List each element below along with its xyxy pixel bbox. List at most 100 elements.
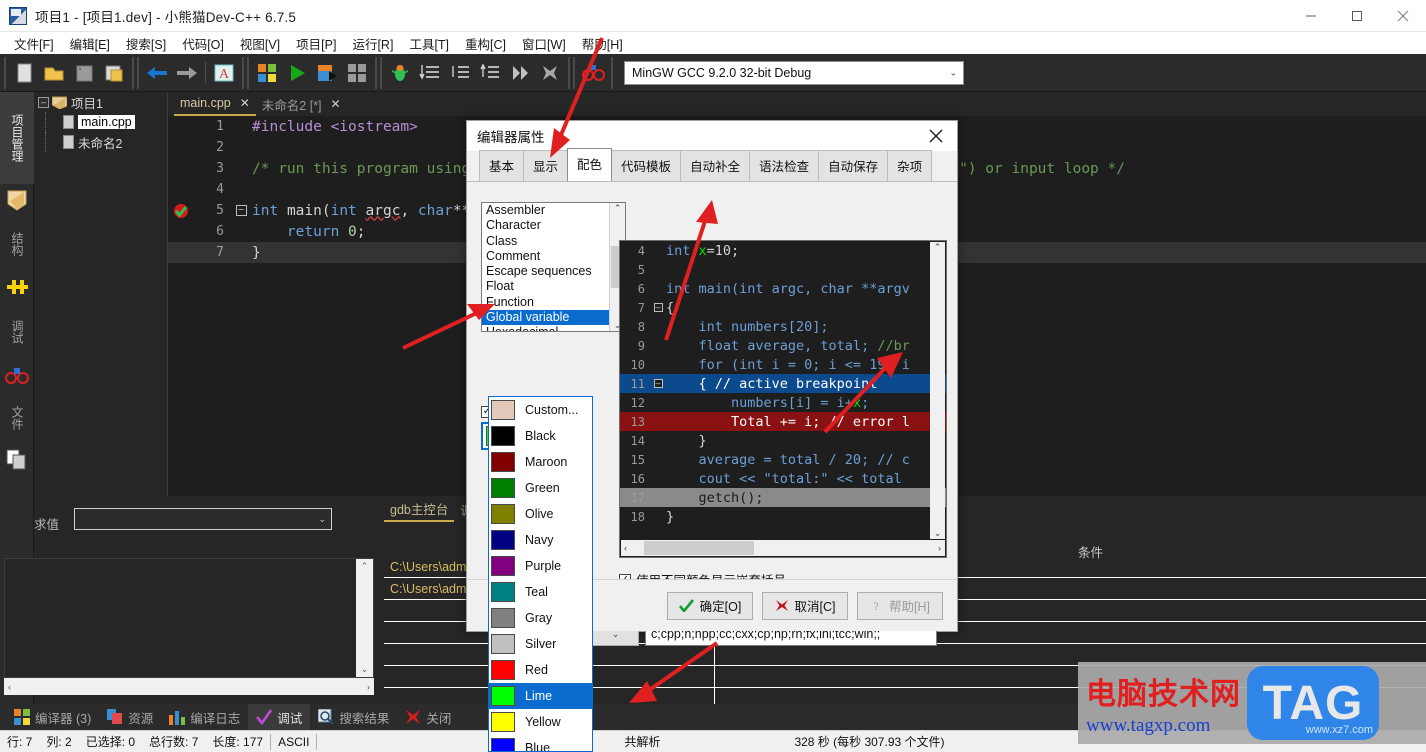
dropdown-item-gray[interactable]: Gray <box>489 605 592 631</box>
horizontal-scrollbar[interactable]: ‹ › <box>4 678 374 695</box>
dropdown-item-olive[interactable]: Olive <box>489 501 592 527</box>
scroll-up-icon[interactable]: ⌃ <box>361 559 369 574</box>
continue-icon[interactable] <box>505 58 535 88</box>
tree-expander-icon[interactable]: – <box>38 96 49 108</box>
preview-vertical-scrollbar[interactable]: ⌃ ⌄ <box>930 242 945 539</box>
tab-misc[interactable]: 杂项 <box>887 150 933 181</box>
list-item[interactable]: Class <box>482 234 625 249</box>
menu-help[interactable]: 帮助[H] <box>574 32 631 55</box>
menu-code[interactable]: 代码[O] <box>174 32 232 55</box>
menu-edit[interactable]: 编辑[E] <box>62 32 118 55</box>
glasses-rail-icon[interactable] <box>0 360 34 392</box>
rail-tab-structure[interactable]: 结构 <box>0 216 34 272</box>
save-all-icon[interactable] <box>99 58 129 88</box>
tab-colors[interactable]: 配色 <box>567 148 613 181</box>
back-arrow-icon[interactable] <box>142 58 172 88</box>
dropdown-item-purple[interactable]: Purple <box>489 553 592 579</box>
list-item[interactable]: Float <box>482 279 625 294</box>
list-item[interactable]: Character <box>482 218 625 233</box>
menu-run[interactable]: 运行[R] <box>344 32 401 55</box>
project-shield-icon[interactable] <box>0 184 34 216</box>
chevron-down-icon[interactable]: ⌄ <box>318 514 326 525</box>
tab-syntax-check[interactable]: 语法检查 <box>749 150 820 181</box>
compile-run-icon[interactable] <box>312 58 342 88</box>
scroll-thumb[interactable] <box>644 541 754 555</box>
step-into-icon[interactable] <box>445 58 475 88</box>
bottom-tab-build-log[interactable]: 编译日志 <box>161 704 248 730</box>
dropdown-item-yellow[interactable]: Yellow <box>489 709 592 735</box>
dropdown-item-custom[interactable]: Custom... <box>489 397 592 423</box>
list-item-selected[interactable]: Global variable <box>482 310 625 326</box>
rail-tab-debug[interactable]: 调试 <box>0 304 34 360</box>
ok-button[interactable]: 确定[O] <box>667 591 753 620</box>
preview-fold-gutter[interactable]: – <box>650 303 666 312</box>
evaluate-input[interactable]: ⌄ <box>74 508 332 530</box>
dropdown-item-black[interactable]: Black <box>489 423 592 449</box>
evaluate-result-list[interactable]: ⌃ ⌄ <box>4 558 374 678</box>
scroll-right-icon[interactable]: › <box>934 543 945 553</box>
compile-icon[interactable] <box>252 58 282 88</box>
fold-box-icon[interactable]: – <box>653 379 663 388</box>
menu-search[interactable]: 搜索[S] <box>118 32 174 55</box>
debug-bug-icon[interactable] <box>385 58 415 88</box>
menu-project[interactable]: 项目[P] <box>288 32 344 55</box>
tab-untitled2[interactable]: 未命名2 [*] ✕ <box>256 92 347 116</box>
fold-box-icon[interactable]: – <box>653 303 663 312</box>
close-icon[interactable]: ✕ <box>240 96 250 110</box>
bottom-tab-close[interactable]: 关闭 <box>397 704 459 730</box>
menu-refactor[interactable]: 重构[C] <box>457 32 514 55</box>
minimize-button[interactable] <box>1288 0 1334 32</box>
tab-autosave[interactable]: 自动保存 <box>818 150 889 181</box>
dropdown-item-red[interactable]: Red <box>489 657 592 683</box>
dropdown-item-maroon[interactable]: Maroon <box>489 449 592 475</box>
color-dropdown-list[interactable]: Custom... Black Maroon Green Olive Navy … <box>488 396 593 752</box>
scroll-up-icon[interactable]: ⌃ <box>614 203 622 214</box>
dropdown-item-blue[interactable]: Blue <box>489 735 592 751</box>
tab-display[interactable]: 显示 <box>523 150 569 181</box>
vertical-scrollbar[interactable]: ⌃ ⌄ <box>356 559 373 677</box>
dropdown-item-teal[interactable]: Teal <box>489 579 592 605</box>
color-preview-editor[interactable]: 4 int x=10; 5 6 int main(int argc, char … <box>619 240 947 558</box>
tab-code-template[interactable]: 代码模板 <box>611 150 682 181</box>
menu-window[interactable]: 窗口[W] <box>514 32 574 55</box>
find-text-icon[interactable]: A <box>209 58 239 88</box>
syntax-attribute-list[interactable]: Assembler Character Class Comment Escape… <box>481 202 626 332</box>
tab-basic[interactable]: 基本 <box>479 150 525 181</box>
scroll-left-icon[interactable]: ‹ <box>4 682 15 692</box>
bottom-tab-compiler[interactable]: 编译器 (3) <box>6 704 99 730</box>
dialog-close-icon[interactable] <box>915 121 957 151</box>
scroll-up-icon[interactable]: ⌃ <box>934 242 942 253</box>
bottom-tab-search-results[interactable]: 搜索结果 <box>310 704 397 730</box>
stop-icon[interactable] <box>535 58 565 88</box>
scroll-down-icon[interactable]: ⌄ <box>934 528 942 539</box>
step-out-icon[interactable] <box>475 58 505 88</box>
tree-root-row[interactable]: – 项目1 <box>34 92 167 112</box>
tab-gdb-console[interactable]: gdb主控台 <box>384 497 455 522</box>
dropdown-item-lime-selected[interactable]: Lime <box>489 683 592 709</box>
maximize-button[interactable] <box>1334 0 1380 32</box>
preview-horizontal-scrollbar[interactable]: ‹ › <box>621 540 945 556</box>
tree-file-row-main[interactable]: main.cpp <box>34 112 167 132</box>
rail-tab-project[interactable]: 项目管理 <box>0 92 34 184</box>
tab-autocomplete[interactable]: 自动补全 <box>680 150 751 181</box>
dropdown-item-green[interactable]: Green <box>489 475 592 501</box>
compiler-selector[interactable]: MinGW GCC 9.2.0 32-bit Debug ⌄ <box>624 60 964 85</box>
close-button[interactable] <box>1380 0 1426 32</box>
list-item[interactable]: Function <box>482 295 625 310</box>
forward-arrow-icon[interactable] <box>172 58 202 88</box>
scroll-right-icon[interactable]: › <box>363 682 374 692</box>
tab-main-cpp[interactable]: main.cpp ✕ <box>174 92 256 116</box>
fold-box-icon[interactable]: – <box>235 205 247 216</box>
tree-file-row-untitled[interactable]: 未命名2 <box>34 132 167 152</box>
dropdown-item-navy[interactable]: Navy <box>489 527 592 553</box>
plus-plus-icon[interactable] <box>0 272 34 304</box>
bottom-tab-resource[interactable]: 资源 <box>99 704 161 730</box>
bottom-tab-debug[interactable]: 调试 <box>248 704 311 730</box>
fold-gutter[interactable]: – <box>230 205 252 216</box>
menu-tools[interactable]: 工具[T] <box>401 32 457 55</box>
new-file-icon[interactable] <box>9 58 39 88</box>
breakpoint-marker[interactable] <box>168 203 194 219</box>
cancel-button[interactable]: 取消[C] <box>762 591 848 620</box>
list-item[interactable]: Assembler <box>482 203 625 218</box>
open-folder-icon[interactable] <box>39 58 69 88</box>
